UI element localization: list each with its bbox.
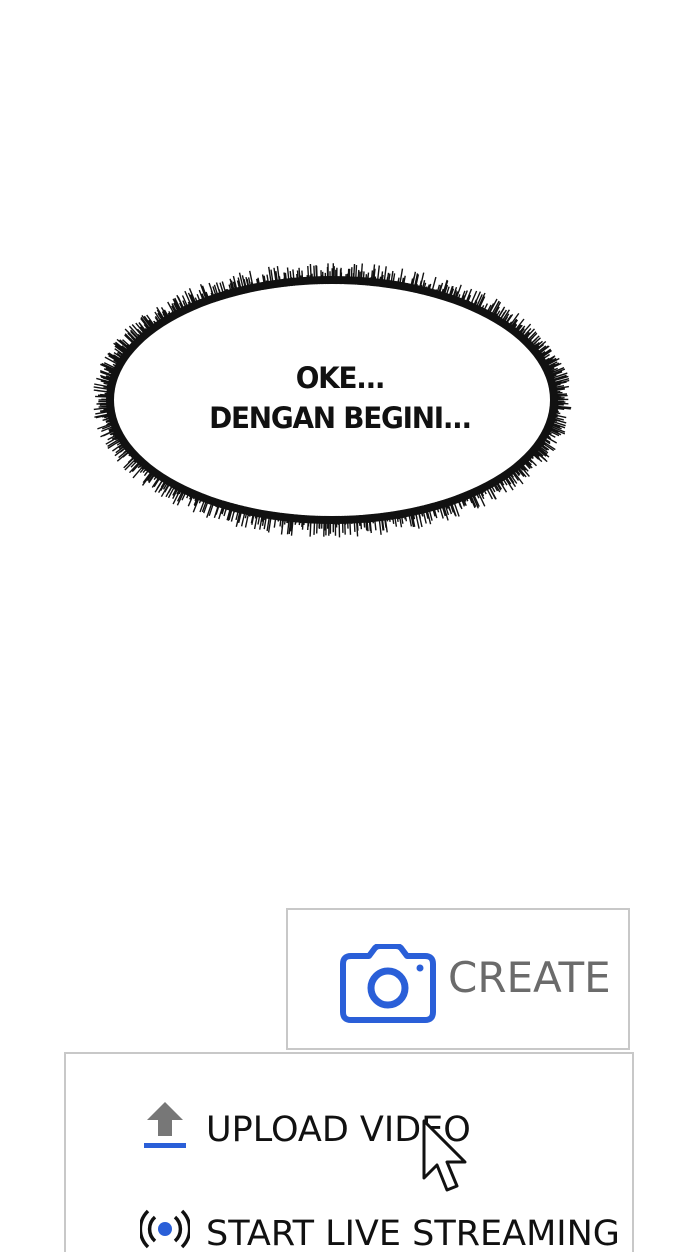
camera-icon [340,944,436,1023]
create-button[interactable]: CREATE [286,908,630,1050]
speech-bubble-text: OKE... DENGAN BEGINI... [90,358,589,438]
speech-bubble-line-2: DENGAN BEGINI... [209,401,472,435]
create-menu: UPLOAD VIDEO START LIVE STREAMING [64,1052,634,1254]
upload-icon [144,1102,186,1148]
menu-item-start-live-streaming[interactable]: START LIVE STREAMING [140,1204,620,1260]
live-stream-icon [140,1209,190,1249]
create-button-label: CREATE [448,953,611,1002]
mouse-cursor-icon [422,1119,467,1192]
speech-bubble-line-1: OKE... [295,361,386,395]
menu-item-label: START LIVE STREAMING [206,1214,620,1254]
menu-item-upload-video[interactable]: UPLOAD VIDEO [140,1100,610,1156]
